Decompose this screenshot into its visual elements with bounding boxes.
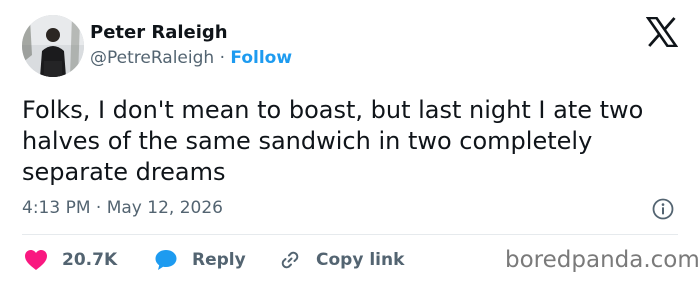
copy-link-button[interactable]: Copy link [278,248,404,272]
divider [22,234,678,235]
author-handle-row: @PetreRaleigh · Follow [90,48,292,68]
speech-bubble-icon [155,250,177,270]
avatar-image [22,15,84,77]
author-handle[interactable]: @PetreRaleigh [90,48,214,68]
tweet-text: Folks, I don't mean to boast, but last n… [22,96,644,186]
x-logo-icon[interactable] [646,17,678,47]
heart-icon [25,250,47,270]
reply-label: Reply [192,250,246,270]
tweet-timestamp[interactable]: 4:13 PM · May 12, 2026 [22,198,223,218]
separator-dot: · [219,48,225,68]
avatar[interactable] [22,15,84,77]
follow-button[interactable]: Follow [230,48,292,68]
like-button[interactable]: 20.7K [24,248,117,272]
like-count: 20.7K [62,250,118,270]
author-display-name[interactable]: Peter Raleigh [90,22,228,43]
copy-link-label: Copy link [316,250,405,270]
reply-button[interactable]: Reply [154,248,246,272]
link-icon [281,251,299,269]
watermark: boredpanda.com [505,247,700,273]
info-icon[interactable] [652,198,674,220]
